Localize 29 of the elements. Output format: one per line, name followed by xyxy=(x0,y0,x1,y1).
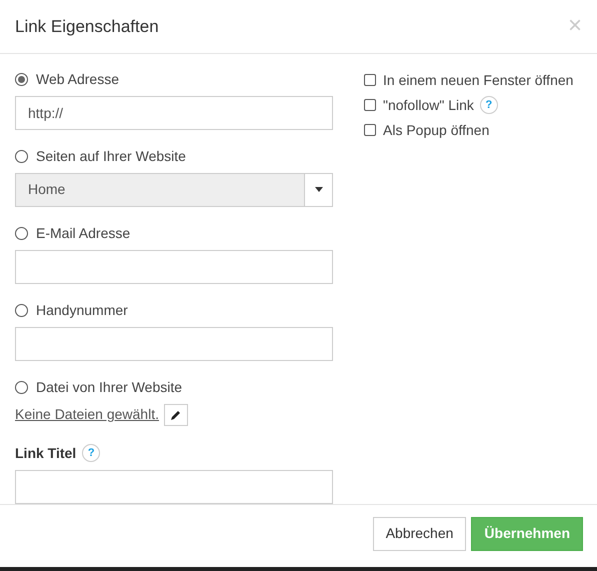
dialog-title: Link Eigenschaften xyxy=(15,16,159,38)
edit-button[interactable] xyxy=(164,404,188,426)
radio-button[interactable] xyxy=(15,304,28,318)
field-label: Link Titel xyxy=(15,444,76,463)
file-link[interactable]: Keine Dateien gewählt. xyxy=(15,404,159,426)
radio-label: Datei von Ihrer Website xyxy=(36,378,182,398)
text-field[interactable] xyxy=(15,470,333,504)
radio-label: Seiten auf Ihrer Website xyxy=(36,147,186,166)
radio-label: Handynummer xyxy=(36,301,128,320)
checkbox-label: In einem neuen Fenster öffnen xyxy=(383,70,574,90)
cancel-button[interactable]: Abbrechen xyxy=(372,516,466,551)
radio-label: Web Adresse xyxy=(36,70,120,90)
checkbox[interactable] xyxy=(364,99,376,112)
text-field[interactable] xyxy=(15,326,333,361)
radio-label: E-Mail Adresse xyxy=(36,224,130,244)
text-field[interactable] xyxy=(15,250,333,284)
radio-button[interactable] xyxy=(15,150,28,164)
pencil-icon xyxy=(170,408,182,421)
radio-button[interactable] xyxy=(15,73,28,86)
checkbox[interactable] xyxy=(364,74,376,86)
dropdown-field[interactable]: Home xyxy=(15,172,333,207)
caret-icon[interactable] xyxy=(304,174,332,206)
checkbox-label: Als Popup öffnen xyxy=(383,120,490,140)
checkbox-label: "nofollow" Link xyxy=(383,96,474,115)
text-field[interactable]: http:// xyxy=(15,96,333,130)
dropdown-value: Home xyxy=(27,180,66,200)
checkbox[interactable] xyxy=(364,124,376,136)
radio-button[interactable] xyxy=(15,381,28,394)
radio-button[interactable] xyxy=(15,227,28,240)
